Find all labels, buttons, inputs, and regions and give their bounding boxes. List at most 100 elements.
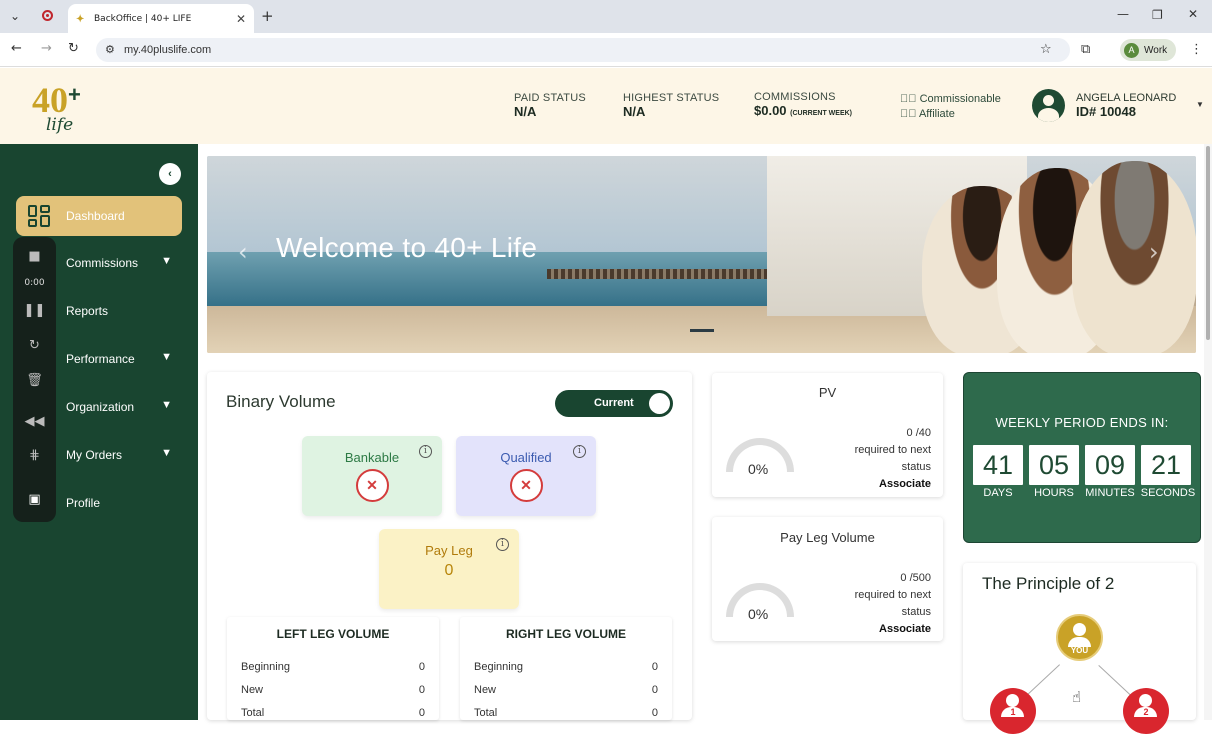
- row-label: New: [241, 684, 264, 696]
- row-value: 0: [418, 661, 425, 673]
- forward-icon[interactable]: →: [41, 41, 52, 56]
- you-node: YOU: [1056, 614, 1103, 661]
- x-circle-icon: ✕: [509, 469, 543, 502]
- new-tab-icon[interactable]: +: [261, 7, 274, 25]
- pv-req-text: status: [901, 461, 931, 473]
- carousel-indicator[interactable]: [690, 329, 714, 332]
- svg-text:+: +: [68, 82, 81, 107]
- bookmark-star-icon[interactable]: ☆: [1040, 38, 1052, 62]
- pay-leg-value: 0: [444, 562, 454, 579]
- collapse-sidebar-button[interactable]: ‹: [159, 163, 181, 185]
- profile-button[interactable]: A Work: [1120, 39, 1176, 61]
- site-favicon-icon: ✦: [76, 13, 85, 25]
- highest-status-label: HIGHEST STATUS: [623, 92, 720, 104]
- window-close-icon[interactable]: ✕: [1188, 7, 1198, 21]
- rewind-icon[interactable]: ◀◀: [13, 414, 56, 429]
- info-icon[interactable]: i: [573, 445, 586, 458]
- reload-icon[interactable]: ↻: [68, 41, 79, 56]
- address-bar[interactable]: ⚙ my.40pluslife.com ☆: [96, 38, 1070, 62]
- row-label: Beginning: [241, 661, 290, 673]
- tab-search-chevron-icon[interactable]: ⌄: [10, 9, 20, 23]
- user-id: ID# 10048: [1076, 104, 1136, 119]
- camera-icon[interactable]: ▣: [13, 492, 56, 507]
- scrollbar-thumb[interactable]: [1206, 146, 1210, 340]
- sidebar-item-label: Organization: [66, 400, 135, 414]
- commissions-value: $0.00: [754, 103, 787, 118]
- commission-flags: ✓⃝ Commissionable ✓⃝ Affiliate: [900, 92, 1001, 122]
- info-icon[interactable]: i: [419, 445, 432, 458]
- pay-leg-requirement: 0 /500 required to next status Associate: [811, 570, 931, 638]
- countdown-seconds: 21: [1141, 445, 1191, 485]
- commissions-note: (CURRENT WEEK): [790, 110, 852, 117]
- period-toggle[interactable]: Current: [555, 390, 673, 417]
- brand-logo[interactable]: 40 + life: [30, 78, 86, 136]
- trash-icon[interactable]: 🗑: [13, 373, 56, 388]
- hours-label: HOURS: [1034, 487, 1074, 499]
- commissions-label: COMMISSIONS: [754, 91, 836, 103]
- bankable-box: Bankable i ✕: [302, 436, 442, 516]
- dashboard-icon: [28, 205, 50, 227]
- pv-next-status: Associate: [879, 478, 931, 490]
- check-circle-icon: ✓⃝: [900, 108, 917, 120]
- node-number: 1: [1010, 707, 1016, 717]
- back-icon[interactable]: ←: [11, 41, 22, 56]
- carousel-prev-icon[interactable]: ‹: [238, 238, 248, 266]
- countdown-minutes: 09: [1085, 445, 1135, 485]
- recorder-time: 0:00: [24, 278, 45, 288]
- chevron-down-icon: ▼: [161, 351, 172, 363]
- highest-status-value: N/A: [623, 104, 646, 119]
- sidebar-item-label: Profile: [66, 496, 101, 510]
- user-name: ANGELA LEONARD: [1076, 92, 1177, 104]
- sidebar-item-label: My Orders: [66, 448, 123, 462]
- recording-icon[interactable]: [42, 10, 53, 21]
- chevron-down-icon: ▼: [161, 447, 172, 459]
- carousel-next-icon[interactable]: ›: [1149, 238, 1159, 266]
- pv-title: PV: [818, 385, 837, 400]
- paid-status: PAID STATUS N/A: [514, 92, 586, 119]
- grid-icon[interactable]: ⋕: [13, 448, 56, 463]
- user-avatar[interactable]: [1032, 89, 1065, 122]
- sidebar-item-label: Commissions: [66, 256, 139, 270]
- pause-icon[interactable]: ❚❚: [13, 303, 56, 318]
- days-label: DAYS: [983, 487, 1013, 499]
- stop-recording-icon[interactable]: ■: [13, 249, 56, 264]
- pay-leg-next-status: Associate: [879, 623, 931, 635]
- pay-leg-volume-title: Pay Leg Volume: [780, 530, 875, 545]
- info-icon[interactable]: i: [496, 538, 509, 551]
- profile-label: Work: [1144, 44, 1168, 56]
- browser-tab[interactable]: ✦ BackOffice | 40+ LIFE ✕: [68, 4, 254, 33]
- chevron-down-icon: ▼: [161, 255, 172, 267]
- minimize-icon[interactable]: —: [1117, 7, 1129, 21]
- user-info[interactable]: ANGELA LEONARD ID# 10048: [1076, 92, 1176, 119]
- close-tab-icon[interactable]: ✕: [236, 12, 246, 26]
- pay-leg-box: Pay Leg i 0: [379, 529, 519, 609]
- browser-menu-icon[interactable]: ⋮: [1190, 42, 1203, 57]
- paid-status-value: N/A: [514, 104, 537, 119]
- pv-ratio: 0 /40: [906, 427, 931, 439]
- pv-requirement: 0 /40 required to next status Associate: [811, 425, 931, 493]
- site-settings-icon[interactable]: ⚙: [105, 38, 115, 62]
- pv-req-text: required to next: [854, 444, 931, 456]
- chevron-down-icon: ▼: [161, 399, 172, 411]
- row-value: 0: [651, 661, 658, 673]
- site-header: [0, 68, 1212, 144]
- restore-icon[interactable]: ❐: [1152, 8, 1163, 22]
- pay-leg-percent: 0%: [748, 606, 769, 622]
- row-value: 0: [418, 684, 425, 696]
- extensions-icon[interactable]: ⧉: [1081, 42, 1090, 57]
- profile-avatar: A: [1124, 42, 1139, 58]
- restart-icon[interactable]: ↻: [13, 338, 56, 353]
- commissions-summary: COMMISSIONS $0.00 (CURRENT WEEK): [754, 91, 852, 118]
- principle-title: The Principle of 2: [982, 574, 1115, 593]
- sidebar-item-label: Reports: [66, 304, 109, 318]
- downline-node-2: 2: [1123, 688, 1169, 734]
- affiliate-label: Affiliate: [918, 108, 955, 120]
- weekly-title: WEEKLY PERIOD ENDS IN:: [995, 415, 1169, 430]
- row-label: Total: [474, 707, 498, 719]
- sidebar-item-dashboard[interactable]: Dashboard: [16, 196, 182, 236]
- node-number: 2: [1143, 707, 1149, 717]
- minutes-label: MINUTES: [1085, 487, 1135, 499]
- user-menu-caret-icon[interactable]: ▼: [1196, 100, 1204, 109]
- countdown-days: 41: [973, 445, 1023, 485]
- right-leg-title: RIGHT LEG VOLUME: [506, 627, 626, 641]
